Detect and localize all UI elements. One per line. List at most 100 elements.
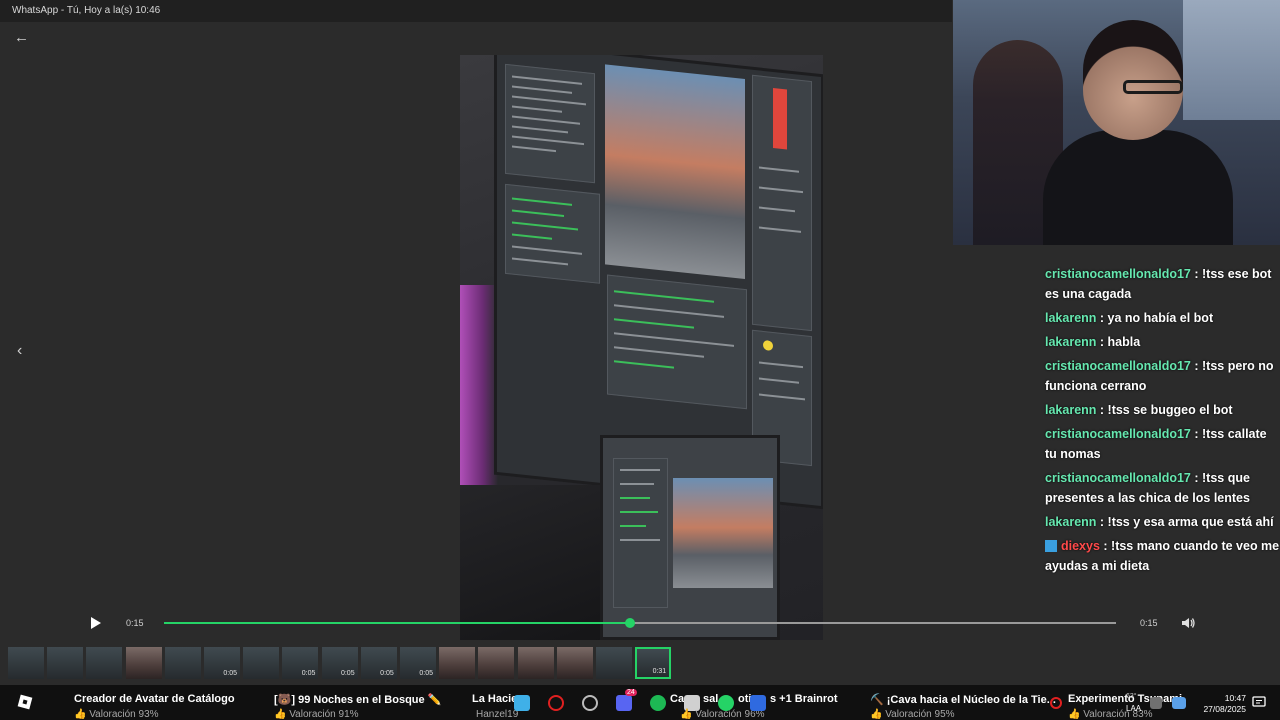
windows-icon[interactable]: [514, 695, 530, 711]
taskbar-game-title[interactable]: Ca: [670, 693, 684, 705]
rating-text: Valoración 93%: [89, 709, 159, 720]
media-thumbnail[interactable]: [8, 647, 44, 679]
taskbar-game-title[interactable]: La Hacie: [472, 693, 517, 705]
media-thumbnail[interactable]: [125, 647, 162, 679]
media-thumbnail[interactable]: 0:31: [635, 647, 672, 679]
current-time: 0:15: [126, 618, 144, 628]
chat-username[interactable]: cristianocamellonaldo17: [1045, 427, 1191, 441]
chat-message: cristianocamellonaldo17 : !tss que prese…: [1045, 468, 1280, 508]
chat-message: lakarenn : !tss y esa arma que está ahí: [1045, 512, 1280, 532]
video-monitor-secondary: [600, 435, 780, 640]
opera-icon[interactable]: [548, 695, 564, 711]
battery-icon[interactable]: [1150, 697, 1162, 709]
chat-username[interactable]: cristianocamellonaldo17: [1045, 267, 1191, 281]
chat-message: cristianocamellonaldo17 : !tss callate t…: [1045, 424, 1280, 464]
play-icon[interactable]: [88, 615, 104, 631]
chat-username[interactable]: lakarenn: [1045, 515, 1096, 529]
video-frame[interactable]: [460, 55, 823, 640]
thumbnail-duration: 0:05: [223, 670, 237, 677]
media-thumbnail[interactable]: [47, 647, 84, 679]
previous-media-chevron-icon[interactable]: ‹: [17, 342, 33, 360]
chat-username[interactable]: diexys: [1061, 539, 1100, 553]
taskbar-game-title[interactable]: [🐻] 99 Noches en el Bosque ✏️: [274, 693, 441, 706]
progress-handle[interactable]: [625, 618, 636, 628]
chat-separator: :: [1096, 515, 1108, 529]
whatsapp-icon[interactable]: [718, 695, 734, 711]
chat-separator: :: [1099, 539, 1112, 553]
chat-text: ya no había el bot: [1107, 311, 1214, 325]
media-thumbnail[interactable]: [164, 647, 201, 679]
chat-text: !tss se buggeo el bot: [1107, 403, 1233, 417]
chat-username[interactable]: cristianocamellonaldo17: [1045, 359, 1191, 373]
progress-bar[interactable]: [164, 618, 1116, 628]
chat-message: lakarenn : ya no había el bot: [1045, 308, 1280, 328]
taskbar-game-rating: 👍 Valoración 95%: [870, 709, 955, 720]
media-thumbnail[interactable]: [243, 647, 280, 679]
media-thumbnail[interactable]: 0:05: [400, 647, 436, 679]
progress-fill: [164, 622, 631, 624]
viewer-titlebar: WhatsApp - Tú, Hoy a la(s) 10:46: [0, 0, 952, 22]
chrome-icon[interactable]: [582, 695, 598, 711]
app-icon[interactable]: [750, 695, 766, 711]
media-thumbnail[interactable]: [596, 647, 632, 679]
stream-chat: cristianocamellonaldo17 : !tss ese bot e…: [1045, 264, 1280, 580]
clock-time: 10:47: [1224, 693, 1246, 703]
video-panel: [607, 274, 747, 410]
desktop: WhatsApp - Tú, Hoy a la(s) 10:46 ← ‹ 0:1…: [0, 0, 1280, 720]
webcam-glasses: [1123, 80, 1183, 94]
rating-text: Valoración 91%: [289, 709, 359, 720]
chat-message: diexys : !tss mano cuando te veo me ayud…: [1045, 536, 1280, 576]
media-thumbnail[interactable]: 0:05: [321, 647, 358, 679]
chat-username[interactable]: lakarenn: [1045, 335, 1096, 349]
webcam-window-light: [1183, 0, 1280, 120]
record-icon[interactable]: [1050, 697, 1062, 709]
clock-date: 27/08/2025: [1203, 704, 1246, 714]
taskbar-game-title[interactable]: sal: [703, 693, 718, 705]
chat-username[interactable]: lakarenn: [1045, 311, 1096, 325]
thumbnail-duration: 0:05: [340, 670, 355, 677]
chat-separator: :: [1190, 471, 1202, 485]
media-thumbnail[interactable]: [556, 647, 593, 679]
discord-icon[interactable]: 24: [616, 689, 637, 711]
roblox-logo-icon[interactable]: [16, 693, 34, 711]
chat-separator: :: [1190, 267, 1202, 281]
chat-text: habla: [1107, 335, 1141, 349]
back-arrow-icon[interactable]: ←: [14, 30, 30, 46]
media-thumbnail[interactable]: 0:05: [282, 647, 319, 679]
chat-message: lakarenn : habla: [1045, 332, 1280, 352]
chat-message: cristianocamellonaldo17 : !tss pero no f…: [1045, 356, 1280, 396]
volume-icon[interactable]: [1180, 615, 1196, 631]
webcam-streamer-body: [1043, 130, 1233, 245]
viewer-title: WhatsApp - Tú, Hoy a la(s) 10:46: [12, 5, 161, 16]
taskbar-game-title[interactable]: s +1 Brainrot: [770, 693, 838, 705]
rating-text: Valoración 83%: [1083, 709, 1153, 720]
taskbar-game-title[interactable]: ⛏️ ¡Cava hacia el Núcleo de la Tie...: [870, 693, 1056, 706]
discord-badge: 24: [625, 689, 637, 696]
taskbar: Creador de Avatar de Catálogo 👍 Valoraci…: [0, 685, 1280, 720]
media-thumbnail-strip: 0:05 0:05 0:05 0:05 0:05 0:31: [0, 647, 1280, 681]
video-panel: [613, 458, 668, 608]
chat-separator: :: [1096, 403, 1108, 417]
media-thumbnail[interactable]: [478, 647, 515, 679]
spotify-icon[interactable]: [650, 695, 666, 711]
taskbar-game-title[interactable]: Creador de Avatar de Catálogo: [74, 693, 235, 705]
media-thumbnail[interactable]: [86, 647, 123, 679]
system-clock[interactable]: 10:47 27/08/2025: [1200, 693, 1246, 715]
chat-username[interactable]: lakarenn: [1045, 403, 1096, 417]
video-webcam-preview: [673, 478, 773, 588]
chat-username[interactable]: cristianocamellonaldo17: [1045, 471, 1191, 485]
video-panel: [505, 183, 600, 284]
chat-separator: :: [1190, 359, 1202, 373]
media-thumbnail[interactable]: 0:05: [204, 647, 240, 679]
media-thumbnail[interactable]: [439, 647, 476, 679]
chat-text: !tss y esa arma que está ahí: [1107, 515, 1274, 529]
notification-icon[interactable]: [1252, 695, 1266, 709]
tray-language[interactable]: LAA: [1126, 704, 1141, 713]
thumbnail-duration: 0:05: [419, 670, 433, 677]
media-thumbnail[interactable]: [517, 647, 554, 679]
cloud-icon[interactable]: [1172, 697, 1186, 709]
rating-text: Valoración 95%: [885, 709, 955, 720]
video-panel: [505, 63, 595, 184]
media-thumbnail[interactable]: 0:05: [360, 647, 397, 679]
chat-badge-icon: [1045, 540, 1057, 552]
